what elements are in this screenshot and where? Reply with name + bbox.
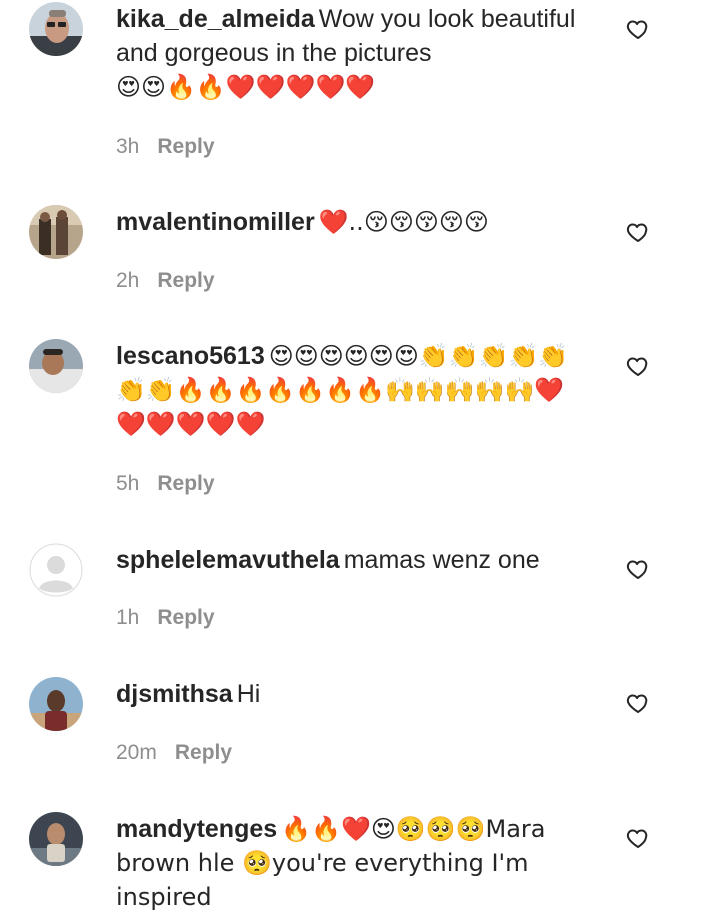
reply-button[interactable]: Reply <box>157 269 214 292</box>
comment-username[interactable]: kika_de_almeida <box>116 5 315 33</box>
comment-body: kika_de_almeida Wow you look beautiful an… <box>116 2 586 104</box>
comment-body: lescano5613 😍😍😍😍😍😍👏👏👏👏👏👏👏🔥🔥🔥🔥🔥🔥🔥🙌🙌🙌🙌🙌❤️❤️… <box>116 339 586 441</box>
comment-meta: 1h Reply <box>116 606 215 630</box>
comment-text: Hi <box>236 680 261 708</box>
reply-button[interactable]: Reply <box>157 472 214 495</box>
comment-meta: 20m Reply <box>116 741 232 765</box>
comment-meta: 5h Reply <box>116 472 215 496</box>
heart-outline-icon <box>626 560 648 579</box>
avatar[interactable] <box>29 205 83 259</box>
avatar[interactable] <box>29 543 83 597</box>
comment-body: mandytenges 🔥🔥❤️😍🥺🥺🥺Mara brown hle 🥺you'r… <box>116 812 586 914</box>
comment-time: 20m <box>116 741 157 764</box>
comment-username[interactable]: djsmithsa <box>116 680 233 708</box>
comment-text: ❤️..😚😚😚😚😚 <box>318 208 489 236</box>
avatar[interactable] <box>29 677 83 731</box>
like-button[interactable] <box>626 354 650 378</box>
comment-time: 5h <box>116 472 140 495</box>
like-button[interactable] <box>626 17 650 41</box>
like-button[interactable] <box>626 220 650 244</box>
heart-outline-icon <box>626 829 648 848</box>
comment-body: mvalentinomiller ❤️..😚😚😚😚😚 <box>116 205 586 239</box>
heart-outline-icon <box>626 223 648 242</box>
reply-button[interactable]: Reply <box>175 741 232 764</box>
reply-button[interactable]: Reply <box>157 606 214 629</box>
comment-username[interactable]: mvalentinomiller <box>116 208 315 236</box>
comment-time: 3h <box>116 135 140 158</box>
default-avatar-icon <box>29 543 83 597</box>
comment-text: mamas wenz one <box>343 546 540 574</box>
comment-meta: 3h Reply <box>116 135 215 159</box>
comment-username[interactable]: lescano5613 <box>116 342 265 370</box>
comment-time: 2h <box>116 269 140 292</box>
avatar[interactable] <box>29 339 83 393</box>
heart-outline-icon <box>626 20 648 39</box>
comment-body: sphelelemavuthela mamas wenz one <box>116 543 586 577</box>
comment-username[interactable]: sphelelemavuthela <box>116 546 340 574</box>
like-button[interactable] <box>626 826 650 850</box>
heart-outline-icon <box>626 357 648 376</box>
avatar[interactable] <box>29 2 83 56</box>
comment-meta: 2h Reply <box>116 269 215 293</box>
reply-button[interactable]: Reply <box>157 135 214 158</box>
like-button[interactable] <box>626 557 650 581</box>
heart-outline-icon <box>626 694 648 713</box>
comment-time: 1h <box>116 606 140 629</box>
like-button[interactable] <box>626 691 650 715</box>
comment-emojis: 😍😍🔥🔥❤️❤️❤️❤️❤️ <box>116 73 376 101</box>
comment-username[interactable]: mandytenges <box>116 815 277 843</box>
avatar[interactable] <box>29 812 83 866</box>
comment-body: djsmithsa Hi <box>116 677 586 711</box>
